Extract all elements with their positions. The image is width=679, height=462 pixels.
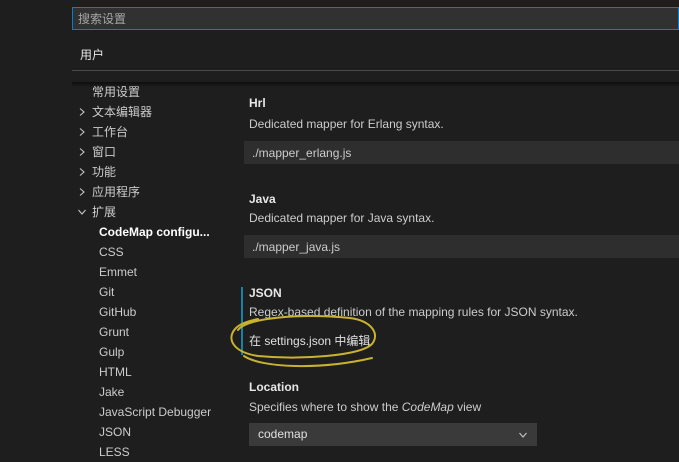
chevron-right-icon xyxy=(79,148,85,156)
toc-item-workbench[interactable]: 工作台 xyxy=(72,122,224,142)
settings-list: Hrl Dedicated mapper for Erlang syntax. … xyxy=(232,82,679,462)
toc-item-css[interactable]: CSS xyxy=(72,242,224,262)
chevron-down-icon xyxy=(78,209,86,215)
setting-hrl: Hrl Dedicated mapper for Erlang syntax. xyxy=(232,95,679,167)
description-text: Specifies where to show the xyxy=(249,400,402,414)
toc-item-label: JavaScript Debugger xyxy=(99,405,212,419)
toc-item-html[interactable]: HTML xyxy=(72,362,224,382)
chevron-down-icon xyxy=(519,432,527,438)
toc-item-label: Grunt xyxy=(99,325,130,339)
location-select[interactable]: codemap xyxy=(249,423,537,446)
toc-item-extensions[interactable]: 扩展 xyxy=(72,202,224,222)
setting-description: Dedicated mapper for Java syntax. xyxy=(249,211,435,225)
settings-toc: 常用设置 文本编辑器 工作台 窗口 功能 应用程序 扩展 CodeMap con… xyxy=(72,82,224,462)
setting-title: Hrl xyxy=(249,96,266,110)
toc-item-window[interactable]: 窗口 xyxy=(72,142,224,162)
toc-item-label: 工作台 xyxy=(92,125,129,139)
toc-item-label: 扩展 xyxy=(92,205,117,219)
hrl-mapper-input[interactable] xyxy=(244,141,679,164)
chevron-right-icon xyxy=(79,188,85,196)
toc-item-application[interactable]: 应用程序 xyxy=(72,182,224,202)
tabs-divider xyxy=(72,70,679,71)
toc-item-label: 文本编辑器 xyxy=(92,105,153,119)
toc-item-label: Emmet xyxy=(99,265,138,279)
setting-title: Location xyxy=(249,380,299,394)
toc-item-jake[interactable]: Jake xyxy=(72,382,224,402)
toc-item-label: JSON xyxy=(99,425,132,439)
toc-item-label: HTML xyxy=(99,365,132,379)
toc-item-label: Jake xyxy=(99,385,125,399)
toc-item-grunt[interactable]: Grunt xyxy=(72,322,224,342)
toc-item-json[interactable]: JSON xyxy=(72,422,224,442)
toc-item-label: Gulp xyxy=(99,345,125,359)
toc-item-javascript-debugger[interactable]: JavaScript Debugger xyxy=(72,402,224,422)
modified-indicator xyxy=(241,287,243,355)
settings-tabs: 用户 xyxy=(72,40,679,71)
toc-item-label: 功能 xyxy=(92,165,117,179)
setting-java: Java Dedicated mapper for Java syntax. xyxy=(232,191,679,263)
chevron-right-icon xyxy=(79,128,85,136)
toc-item-label: 常用设置 xyxy=(92,85,141,99)
toc-item-emmet[interactable]: Emmet xyxy=(72,262,224,282)
toc-item-label: 窗口 xyxy=(92,145,117,159)
toc-item-git[interactable]: Git xyxy=(72,282,224,302)
setting-title: JSON xyxy=(249,286,282,300)
toc-item-label: CodeMap configu... xyxy=(99,225,210,239)
java-mapper-input[interactable] xyxy=(244,235,679,258)
toc-item-features[interactable]: 功能 xyxy=(72,162,224,182)
description-text: view xyxy=(453,400,482,414)
setting-description: Specifies where to show the CodeMap view xyxy=(249,399,481,415)
toc-item-github[interactable]: GitHub xyxy=(72,302,224,322)
chevron-right-icon xyxy=(79,168,85,176)
tab-user[interactable]: 用户 xyxy=(80,47,104,63)
setting-title: Java xyxy=(249,192,276,206)
setting-description: Regex-based definition of the mapping ru… xyxy=(249,305,578,319)
description-emphasis: CodeMap xyxy=(401,400,454,414)
toc-item-label: CSS xyxy=(99,245,124,259)
setting-json: JSON Regex-based definition of the mappi… xyxy=(232,285,679,357)
toc-item-label: 应用程序 xyxy=(92,185,141,199)
setting-description: Dedicated mapper for Erlang syntax. xyxy=(249,117,444,131)
toc-item-label: GitHub xyxy=(99,305,137,319)
edit-in-settings-json-link[interactable]: 在 settings.json 中编辑 xyxy=(249,333,370,349)
toc-item-label: Git xyxy=(99,285,115,299)
toc-item-codemap-configuration[interactable]: CodeMap configu... xyxy=(72,222,224,242)
setting-location: Location Specifies where to show the Cod… xyxy=(232,379,679,449)
search-settings-input[interactable] xyxy=(72,7,679,30)
toc-item-less[interactable]: LESS xyxy=(72,442,224,462)
toc-item-gulp[interactable]: Gulp xyxy=(72,342,224,362)
toc-item-text-editor[interactable]: 文本编辑器 xyxy=(72,102,224,122)
toc-item-label: LESS xyxy=(99,445,130,459)
chevron-right-icon xyxy=(79,108,85,116)
toc-item-common-settings[interactable]: 常用设置 xyxy=(72,82,224,102)
select-value: codemap xyxy=(258,427,308,441)
